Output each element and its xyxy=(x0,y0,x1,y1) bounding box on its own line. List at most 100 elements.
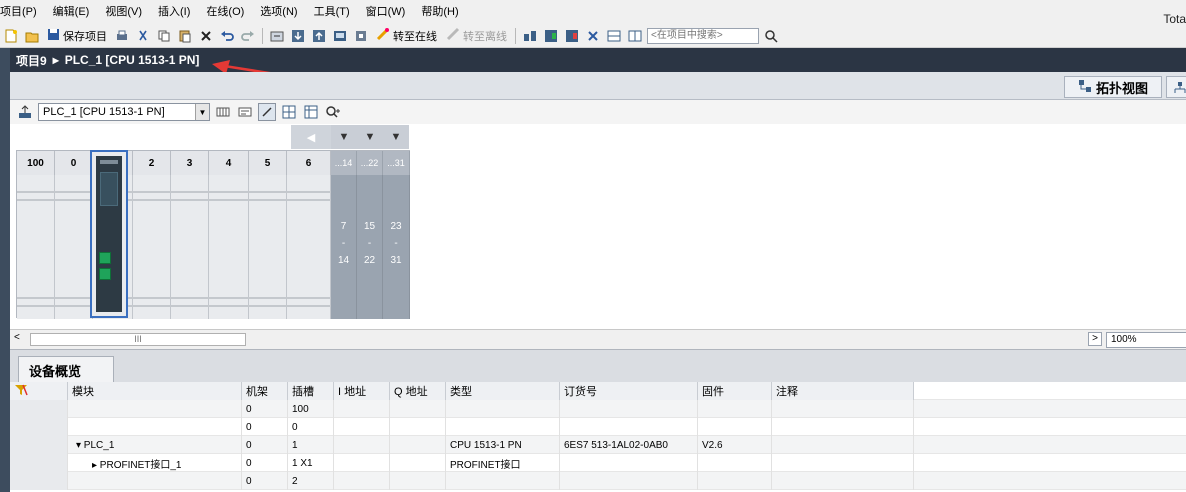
undo-icon[interactable] xyxy=(218,27,236,45)
new-project-icon[interactable] xyxy=(2,27,20,45)
cell-i-address[interactable] xyxy=(334,472,390,490)
cell-order-number[interactable] xyxy=(560,418,698,436)
download-icon[interactable] xyxy=(289,27,307,45)
cell-type[interactable] xyxy=(446,472,560,490)
menu-edit[interactable]: 编辑(E) xyxy=(45,0,98,24)
split-vertical-icon[interactable] xyxy=(626,27,644,45)
left-dock-strip[interactable] xyxy=(0,48,10,492)
cell-slot[interactable]: 0 xyxy=(288,418,334,436)
row-selector[interactable] xyxy=(10,454,68,472)
cell-i-address[interactable] xyxy=(334,400,390,418)
project-search-input[interactable] xyxy=(647,27,759,44)
cell-firmware[interactable] xyxy=(698,418,772,436)
cell-comment[interactable] xyxy=(772,454,914,472)
tab-network-view[interactable] xyxy=(1166,76,1186,98)
cell-module[interactable] xyxy=(68,472,242,490)
search-icon[interactable] xyxy=(762,27,780,45)
cell-rack[interactable]: 0 xyxy=(242,418,288,436)
slot-header[interactable]: 4 xyxy=(209,151,249,175)
cell-type[interactable] xyxy=(446,400,560,418)
accessible-devices-icon[interactable] xyxy=(352,27,370,45)
diagnostics-icon[interactable] xyxy=(521,27,539,45)
cell-q-address[interactable] xyxy=(390,418,446,436)
cell-slot[interactable]: 2 xyxy=(288,472,334,490)
column-header-module[interactable]: 模块 xyxy=(68,382,242,400)
menu-options[interactable]: 选项(N) xyxy=(252,0,305,24)
expansion-slot-group[interactable]: 7 - 14 xyxy=(331,175,357,319)
profinet-port-icon[interactable] xyxy=(99,268,111,280)
cell-module[interactable]: ▾ PLC_1 xyxy=(68,436,242,454)
cross-reference-icon[interactable] xyxy=(584,27,602,45)
table-row[interactable]: 0 2 xyxy=(10,472,1186,490)
cell-firmware[interactable] xyxy=(698,454,772,472)
row-selector[interactable] xyxy=(10,472,68,490)
device-tree-icon[interactable] xyxy=(16,103,34,121)
expand-arrow-icon[interactable]: ▼ xyxy=(383,125,409,149)
cell-firmware[interactable]: V2.6 xyxy=(698,436,772,454)
cell-module[interactable] xyxy=(68,418,242,436)
slot-header[interactable]: 2 xyxy=(133,151,171,175)
filter-icon[interactable] xyxy=(14,384,28,399)
cell-rack[interactable]: 0 xyxy=(242,454,288,472)
module-labels-icon[interactable] xyxy=(236,103,254,121)
expansion-slot-header[interactable]: ...14 xyxy=(331,151,357,175)
menu-window[interactable]: 窗口(W) xyxy=(358,0,414,24)
cell-q-address[interactable] xyxy=(390,436,446,454)
table-row[interactable]: ▸ PROFINET接口_1 0 1 X1 PROFINET接口 xyxy=(10,454,1186,472)
expansion-slot-group[interactable]: 15 - 22 xyxy=(357,175,383,319)
row-selector[interactable] xyxy=(10,418,68,436)
breadcrumb-device[interactable]: PLC_1 [CPU 1513-1 PN] xyxy=(65,53,200,67)
save-project-button[interactable]: 保存项目 xyxy=(44,28,110,44)
cell-i-address[interactable] xyxy=(334,418,390,436)
cut-icon[interactable] xyxy=(134,27,152,45)
cell-q-address[interactable] xyxy=(390,400,446,418)
cell-q-address[interactable] xyxy=(390,454,446,472)
cell-type[interactable]: CPU 1513-1 PN xyxy=(446,436,560,454)
upload-icon[interactable] xyxy=(310,27,328,45)
zoom-icon[interactable] xyxy=(324,103,342,121)
cell-order-number[interactable] xyxy=(560,472,698,490)
column-header-firmware[interactable]: 固件 xyxy=(698,382,772,400)
row-selector[interactable] xyxy=(10,400,68,418)
scrollbar-thumb[interactable]: III xyxy=(30,333,246,346)
cell-rack[interactable]: 0 xyxy=(242,472,288,490)
go-online-button[interactable]: 转至在线 xyxy=(373,27,440,44)
tab-device-overview[interactable]: 设备概览 xyxy=(18,356,114,383)
chevron-down-icon[interactable]: ▼ xyxy=(195,104,209,120)
cell-firmware[interactable] xyxy=(698,400,772,418)
slot-header[interactable]: 3 xyxy=(171,151,209,175)
start-cpu-icon[interactable] xyxy=(542,27,560,45)
cell-rack[interactable]: 0 xyxy=(242,436,288,454)
slot-header[interactable]: 0 xyxy=(55,151,93,175)
show-rack-icon[interactable] xyxy=(214,103,232,121)
column-header-i-address[interactable]: I 地址 xyxy=(334,382,390,400)
go-offline-button[interactable]: 转至离线 xyxy=(443,27,510,44)
cell-i-address[interactable] xyxy=(334,436,390,454)
cell-slot[interactable]: 1 X1 xyxy=(288,454,334,472)
filter-column-header[interactable] xyxy=(10,382,68,400)
compile-icon[interactable] xyxy=(268,27,286,45)
cell-order-number[interactable]: 6ES7 513-1AL02-0AB0 xyxy=(560,436,698,454)
cell-order-number[interactable] xyxy=(560,454,698,472)
slot-header[interactable]: 100 xyxy=(17,151,55,175)
zoom-level[interactable]: 100% xyxy=(1106,332,1186,348)
cell-i-address[interactable] xyxy=(334,454,390,472)
table-row[interactable]: ▾ PLC_1 0 1 CPU 1513-1 PN 6ES7 513-1AL02… xyxy=(10,436,1186,454)
table-row[interactable]: 0 0 xyxy=(10,418,1186,436)
cell-order-number[interactable] xyxy=(560,400,698,418)
menu-tools[interactable]: 工具(T) xyxy=(306,0,358,24)
simulation-icon[interactable] xyxy=(331,27,349,45)
cell-comment[interactable] xyxy=(772,436,914,454)
slot-header[interactable]: 5 xyxy=(249,151,287,175)
menu-insert[interactable]: 插入(I) xyxy=(150,0,198,24)
grid-icon[interactable] xyxy=(280,103,298,121)
cell-rack[interactable]: 0 xyxy=(242,400,288,418)
paste-icon[interactable] xyxy=(176,27,194,45)
column-header-order-number[interactable]: 订货号 xyxy=(560,382,698,400)
page-break-icon[interactable] xyxy=(258,103,276,121)
cpu-module[interactable] xyxy=(90,150,128,318)
cell-slot[interactable]: 1 xyxy=(288,436,334,454)
row-selector[interactable] xyxy=(10,436,68,454)
stop-cpu-icon[interactable] xyxy=(563,27,581,45)
column-header-type[interactable]: 类型 xyxy=(446,382,560,400)
